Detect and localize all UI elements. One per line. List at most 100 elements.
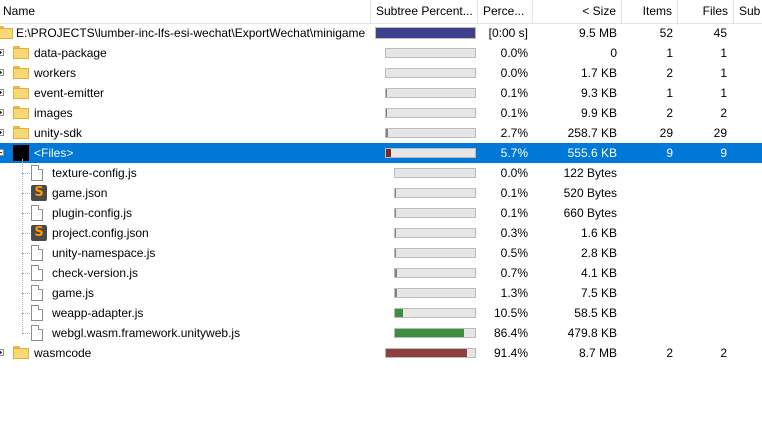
item-name: event-emitter <box>34 86 105 100</box>
tree-row[interactable]: Sproject.config.json 0.3% 1.6 KB <box>0 223 762 243</box>
expand-toggle[interactable] <box>0 89 4 96</box>
percent-value: 91.4% <box>493 346 528 360</box>
item-name: game.js <box>52 286 95 300</box>
items-count: 9 <box>666 146 673 160</box>
expand-toggle[interactable] <box>0 69 4 76</box>
items-count: 1 <box>666 46 673 60</box>
tree-row[interactable]: plugin-config.js 0.1% 660 Bytes <box>0 203 762 223</box>
items-count: 52 <box>659 26 673 40</box>
percent-value: 0.0% <box>500 46 528 60</box>
folder-icon-body <box>13 48 29 59</box>
items-count <box>622 183 673 203</box>
item-name: webgl.wasm.framework.unityweb.js <box>52 326 241 340</box>
subtree-percent-bar <box>385 68 476 78</box>
column-header-items[interactable]: Items <box>622 0 678 23</box>
file-icon <box>31 245 43 261</box>
size-value: 8.7 MB <box>578 346 617 360</box>
folder-icon-body <box>13 348 29 359</box>
tree-row[interactable]: texture-config.js 0.0% 122 Bytes <box>0 163 762 183</box>
size-value: 9.5 MB <box>578 26 617 40</box>
tree-row[interactable]: Sgame.json 0.1% 520 Bytes <box>0 183 762 203</box>
item-name: wasmcode <box>34 346 92 360</box>
tree-connector-branch <box>22 193 30 194</box>
size-value: 122 Bytes <box>563 166 617 180</box>
size-value: 7.5 KB <box>580 286 617 300</box>
size-value: 4.1 KB <box>580 266 617 280</box>
subtree-percent-fill <box>395 289 397 297</box>
folder-icon-body <box>13 68 29 79</box>
tree-row[interactable]: weapp-adapter.js 10.5% 58.5 KB <box>0 303 762 323</box>
tree-row[interactable]: E:\PROJECTS\lumber-inc-lfs-esi-wechat\Ex… <box>0 23 762 43</box>
folder-icon <box>0 26 13 39</box>
items-count: 2 <box>666 106 673 120</box>
files-count: 2 <box>720 346 727 360</box>
items-count <box>622 243 673 263</box>
tree-connector-branch <box>22 293 30 294</box>
subtree-percent-bar <box>394 288 476 298</box>
files-count <box>678 303 727 323</box>
item-name: weapp-adapter.js <box>52 306 144 320</box>
percent-value: 0.1% <box>500 206 528 220</box>
tree-connector-branch <box>22 253 30 254</box>
file-icon <box>31 305 43 321</box>
column-header-size[interactable]: < Size <box>533 0 622 23</box>
tree-row[interactable]: event-emitter 0.1% 9.3 KB 1 1 <box>0 83 762 103</box>
tree-row[interactable]: <Files> 5.7% 555.6 KB 9 9 <box>0 143 762 163</box>
tree-connector <box>22 159 23 333</box>
tree-row[interactable]: images 0.1% 9.9 KB 2 2 <box>0 103 762 123</box>
percent-value: 0.0% <box>500 166 528 180</box>
tree-row[interactable]: data-package 0.0% 0 1 1 <box>0 43 762 63</box>
subtree-percent-fill <box>386 349 468 357</box>
column-header-sub[interactable]: Sub <box>734 0 762 23</box>
item-name: texture-config.js <box>52 166 137 180</box>
items-count <box>622 323 673 343</box>
percent-value: 0.7% <box>500 266 528 280</box>
collapse-toggle[interactable] <box>0 149 4 156</box>
files-count <box>678 243 727 263</box>
tree-connector-branch <box>22 313 30 314</box>
expand-toggle[interactable] <box>0 129 4 136</box>
subtree-percent-bar <box>394 228 476 238</box>
file-icon <box>31 205 43 221</box>
item-name: images <box>34 106 73 120</box>
tree-row[interactable]: check-version.js 0.7% 4.1 KB <box>0 263 762 283</box>
tree-row[interactable]: webgl.wasm.framework.unityweb.js 86.4% 479… <box>0 323 762 343</box>
subtree-percent-bar <box>385 88 476 98</box>
item-name: game.json <box>52 186 108 200</box>
item-name: data-package <box>34 46 107 60</box>
tree-row[interactable]: wasmcode 91.4% 8.7 MB 2 2 <box>0 343 762 363</box>
subtree-percent-bar <box>394 208 476 218</box>
tree-row[interactable]: game.js 1.3% 7.5 KB <box>0 283 762 303</box>
subtree-percent-fill <box>395 269 397 277</box>
subtree-percent-fill <box>386 149 392 157</box>
percent-value: 0.1% <box>500 186 528 200</box>
subtree-percent-bar <box>385 108 476 118</box>
tree-connector-branch <box>22 273 30 274</box>
column-header-subtree-percent[interactable]: Subtree Percent... <box>371 0 478 23</box>
column-header-files[interactable]: Files <box>678 0 734 23</box>
size-value: 520 Bytes <box>563 186 617 200</box>
files-count: 45 <box>713 26 727 40</box>
folder-icon-body <box>13 88 29 99</box>
tree-row[interactable]: workers 0.0% 1.7 KB 2 1 <box>0 63 762 83</box>
column-header-name[interactable]: Name <box>0 0 371 23</box>
percent-value: 0.1% <box>500 106 528 120</box>
folder-icon-body <box>0 28 13 39</box>
tree-row[interactable]: unity-sdk 2.7% 258.7 KB 29 29 <box>0 123 762 143</box>
expand-toggle[interactable] <box>0 49 4 56</box>
subtree-percent-bar <box>394 308 476 318</box>
column-header-percent[interactable]: Perce... <box>478 0 533 23</box>
files-count: 2 <box>720 106 727 120</box>
sublime-text-file-icon: S <box>31 185 47 201</box>
size-value: 555.6 KB <box>567 146 617 160</box>
subtree-percent-fill <box>386 129 389 137</box>
expand-toggle[interactable] <box>0 109 4 116</box>
size-value: 0 <box>610 46 617 60</box>
files-count: 9 <box>720 146 727 160</box>
size-value: 1.7 KB <box>580 66 617 80</box>
size-value: 258.7 KB <box>567 126 617 140</box>
item-name: project.config.json <box>52 226 149 240</box>
tree-row[interactable]: unity-namespace.js 0.5% 2.8 KB <box>0 243 762 263</box>
expand-toggle[interactable] <box>0 349 4 356</box>
folder-icon <box>13 66 29 79</box>
